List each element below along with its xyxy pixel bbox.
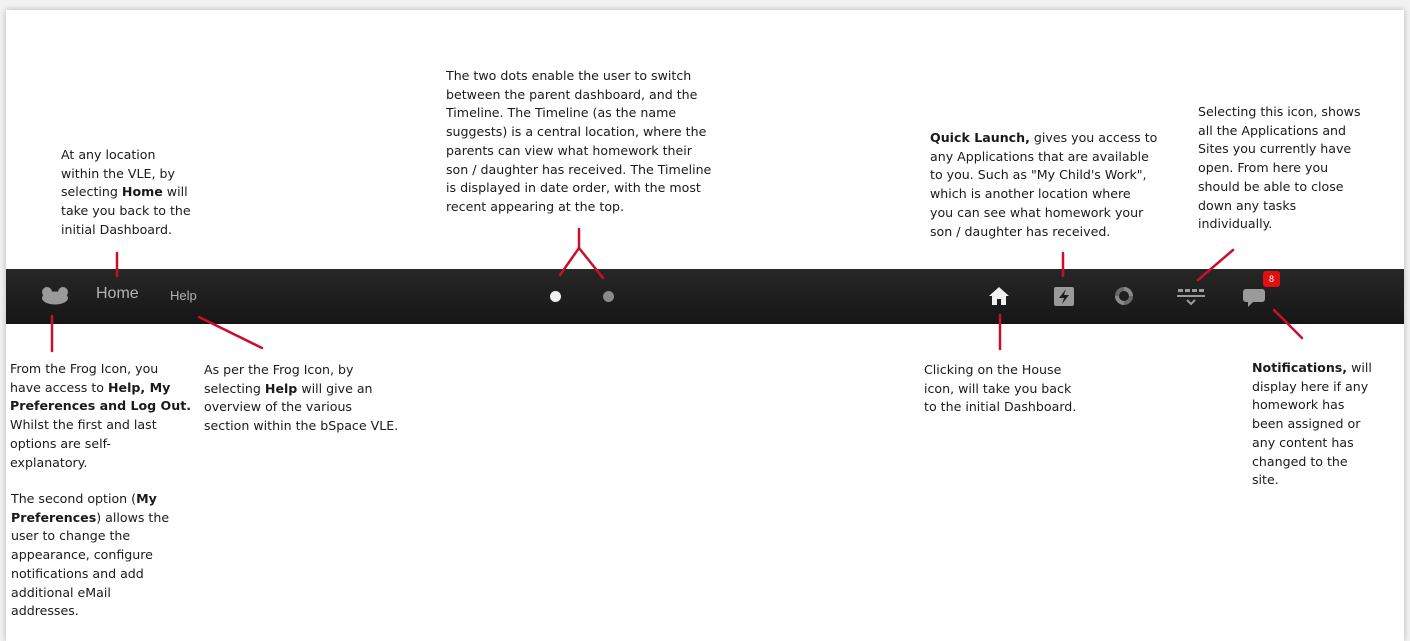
pointer-open-tasks [1196, 248, 1235, 282]
pointer-dots-right-branch [577, 246, 605, 280]
pointer-notifications [1272, 308, 1304, 340]
pointer-help [197, 315, 264, 350]
pointer-dots-left-branch [558, 246, 581, 277]
pointer-lines [50, 227, 1304, 353]
help-document: At any location within the VLE, by selecti… [6, 10, 1404, 641]
